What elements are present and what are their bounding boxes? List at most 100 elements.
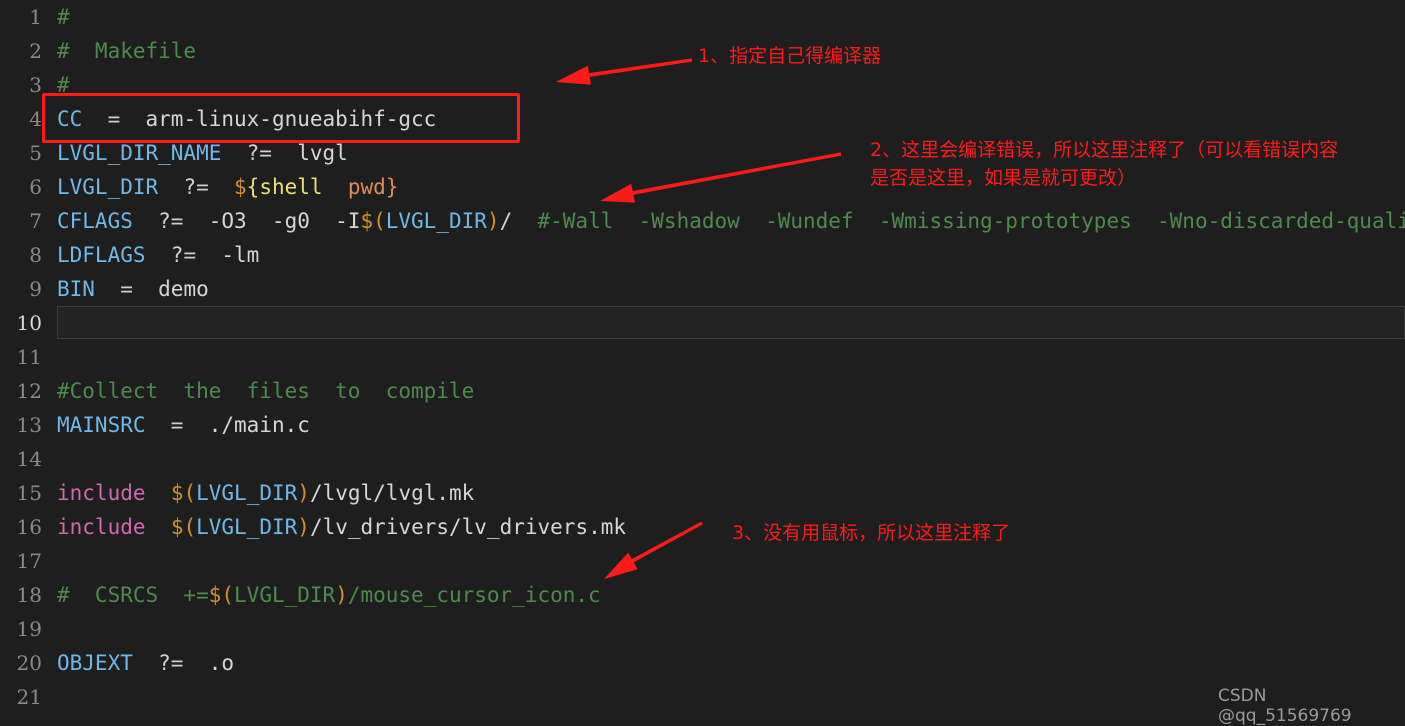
code-line[interactable]: 16 include $(LVGL_DIR)/lv_drivers/lv_driv… xyxy=(0,510,1405,544)
line-number: 10 xyxy=(16,311,42,335)
code-token: LVGL_DIR_NAME xyxy=(57,141,222,165)
line-number: 7 xyxy=(29,209,42,233)
code-token: LVGL_DIR xyxy=(385,209,487,233)
code-line-content[interactable]: LVGL_DIR_NAME ?= lvgl xyxy=(57,136,348,170)
code-token: include xyxy=(57,481,146,505)
code-line-content[interactable]: # CSRCS +=$(LVGL_DIR)/mouse_cursor_icon.… xyxy=(57,578,601,612)
code-token: ) xyxy=(486,209,500,233)
annotation-text: 2、这里会编译错误，所以这里注释了（可以看错误内容 是否是这里，如果是就可更改） xyxy=(870,139,1339,189)
code-token: = xyxy=(82,107,146,131)
code-token: ) xyxy=(335,583,348,607)
code-line-content[interactable]: #Collect the files to compile xyxy=(57,374,474,408)
code-token: ( xyxy=(183,481,197,505)
code-token: = xyxy=(94,277,159,301)
code-line[interactable]: 9 BIN = demo xyxy=(0,272,1405,306)
csdn-watermark: CSDN @qq_51569769 xyxy=(1218,686,1352,726)
code-line[interactable]: 3 # xyxy=(0,68,1405,102)
code-token: ?= xyxy=(145,243,222,267)
code-token: ./main.c xyxy=(208,413,310,437)
code-token: LVGL_DIR xyxy=(57,175,159,199)
code-token: ?= xyxy=(221,141,298,165)
code-line[interactable]: 14 xyxy=(0,442,1405,476)
code-line-content[interactable]: include $(LVGL_DIR)/lvgl/lvgl.mk xyxy=(57,476,474,510)
code-line[interactable]: 18 # CSRCS +=$(LVGL_DIR)/mouse_cursor_ico… xyxy=(0,578,1405,612)
code-token: $ xyxy=(234,175,247,199)
line-number: 9 xyxy=(29,277,42,301)
code-line[interactable]: 7 CFLAGS ?= -O3 -g0 -I$(LVGL_DIR)/ #-Wall… xyxy=(0,204,1405,238)
code-line-content[interactable]: CFLAGS ?= -O3 -g0 -I$(LVGL_DIR)/ #-Wall … xyxy=(57,204,1405,238)
code-line-content[interactable]: include $(LVGL_DIR)/lv_drivers/lv_driver… xyxy=(57,510,626,544)
code-token: -O3 -g0 -I xyxy=(208,209,361,233)
code-line-content[interactable]: # Makefile xyxy=(57,34,196,68)
code-token: ( xyxy=(373,209,386,233)
code-lines-container[interactable]: 1 #2 # Makefile 3 #4 CC = arm-linux-gnueabihf… xyxy=(0,0,1405,715)
line-number: 21 xyxy=(16,685,42,709)
code-line-content[interactable]: OBJEXT ?= .o xyxy=(57,646,234,680)
code-token: ) xyxy=(297,481,310,505)
code-token: $ xyxy=(360,209,374,233)
line-number: 11 xyxy=(16,345,42,369)
code-token: .o xyxy=(208,651,235,675)
code-token: / xyxy=(499,209,513,233)
line-number: 19 xyxy=(16,617,42,641)
line-number: 14 xyxy=(16,447,42,471)
code-token: /lvgl/lvgl.mk xyxy=(309,481,475,505)
line-number: 4 xyxy=(29,107,42,131)
code-token: demo xyxy=(158,277,209,301)
line-number: 16 xyxy=(16,515,42,539)
code-token: lvgl xyxy=(297,141,348,165)
code-line[interactable]: 10 xyxy=(0,306,1405,340)
code-token: # Makefile xyxy=(57,39,197,63)
code-token: ( xyxy=(221,583,235,607)
code-line-content[interactable]: LVGL_DIR ?= ${shell pwd} xyxy=(57,170,398,204)
line-number: 3 xyxy=(29,73,42,97)
code-line[interactable]: 8 LDFLAGS ?= -lm xyxy=(0,238,1405,272)
code-line-content[interactable]: # xyxy=(57,0,70,34)
code-line-content[interactable]: LDFLAGS ?= -lm xyxy=(57,238,259,272)
code-token: LDFLAGS xyxy=(57,243,146,267)
line-number: 1 xyxy=(29,5,42,29)
line-number: 8 xyxy=(29,243,42,267)
code-token: = xyxy=(145,413,209,437)
code-line[interactable]: 11 xyxy=(0,340,1405,374)
code-token: ?= xyxy=(132,209,209,233)
code-token: $ xyxy=(170,515,184,539)
code-token: MAINSRC xyxy=(57,413,146,437)
code-line[interactable]: 21 xyxy=(0,680,1405,714)
code-line[interactable]: 17 xyxy=(0,544,1405,578)
code-editor[interactable]: 1 #2 # Makefile 3 #4 CC = arm-linux-gnueabihf… xyxy=(0,0,1405,726)
code-token: #-Wall -Wshadow -Wundef -Wmissing-protot… xyxy=(512,209,1405,233)
code-token: ( xyxy=(183,515,197,539)
code-line[interactable]: 4 CC = arm-linux-gnueabihf-gcc xyxy=(0,102,1405,136)
line-number: 6 xyxy=(29,175,42,199)
code-line-content[interactable]: CC = arm-linux-gnueabihf-gcc xyxy=(57,102,436,136)
line-number: 18 xyxy=(16,583,42,607)
code-token: CFLAGS xyxy=(57,209,133,233)
line-number: 2 xyxy=(29,39,42,63)
code-token: /lv_drivers/lv_drivers.mk xyxy=(309,515,627,539)
line-number: 17 xyxy=(16,549,42,573)
code-line[interactable]: 15 include $(LVGL_DIR)/lvgl/lvgl.mk xyxy=(0,476,1405,510)
code-token: pwd} xyxy=(347,175,399,199)
annotation-text: 3、没有用鼠标，所以这里注释了 xyxy=(732,522,1011,544)
code-token: -lm xyxy=(221,243,260,267)
code-token: CC xyxy=(57,107,83,131)
code-line[interactable]: 19 xyxy=(0,612,1405,646)
code-line-content[interactable]: # xyxy=(57,68,70,102)
code-line-content[interactable]: BIN = demo xyxy=(57,272,209,306)
code-token: /mouse_cursor_icon.c xyxy=(347,583,601,607)
code-token: {shell xyxy=(246,175,323,199)
code-line[interactable]: 20 OBJEXT ?= .o xyxy=(0,646,1405,680)
code-token: ) xyxy=(297,515,310,539)
code-line-content[interactable]: MAINSRC = ./main.c xyxy=(57,408,310,442)
code-line[interactable]: 1 # xyxy=(0,0,1405,34)
line-number: 13 xyxy=(16,413,42,437)
code-line[interactable]: 12 #Collect the files to compile xyxy=(0,374,1405,408)
code-token: LVGL_DIR xyxy=(196,515,298,539)
code-token: LVGL_DIR xyxy=(196,481,298,505)
code-line[interactable]: 13 MAINSRC = ./main.c xyxy=(0,408,1405,442)
code-token: $ xyxy=(170,481,184,505)
line-number: 20 xyxy=(16,651,42,675)
